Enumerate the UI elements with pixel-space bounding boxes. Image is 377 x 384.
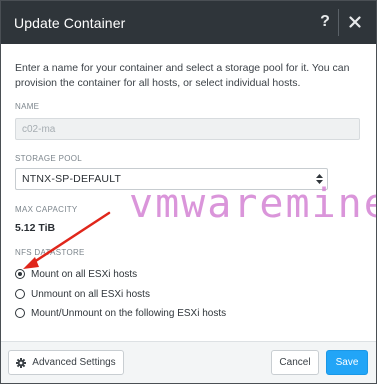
update-container-dialog: Update Container ? Enter a name for your… xyxy=(0,0,377,384)
save-button[interactable]: Save xyxy=(326,350,368,375)
radio-label: Mount on all ESXi hosts xyxy=(31,268,138,280)
radio-mount-all[interactable]: Mount on all ESXi hosts xyxy=(15,267,137,281)
close-icon[interactable] xyxy=(342,9,368,35)
help-icon[interactable]: ? xyxy=(312,9,338,35)
radio-button-selected[interactable] xyxy=(15,269,25,279)
name-label: NAME xyxy=(15,102,40,111)
annotation-arrow xyxy=(23,211,111,269)
storage-pool-select[interactable]: NTNX-SP-DEFAULT xyxy=(15,168,328,190)
dialog-title: Update Container xyxy=(14,15,126,31)
advanced-settings-button[interactable]: Advanced Settings xyxy=(8,350,124,375)
storage-pool-value: NTNX-SP-DEFAULT xyxy=(22,173,122,185)
container-name-input[interactable] xyxy=(15,118,360,140)
nfs-datastore-label: NFS DATASTORE xyxy=(15,248,85,257)
radio-button[interactable] xyxy=(15,289,25,299)
radio-mount-unmount-selected[interactable]: Mount/Unmount on the following ESXi host… xyxy=(15,306,226,320)
max-capacity-label: MAX CAPACITY xyxy=(15,205,78,214)
select-caret-icon xyxy=(315,172,323,186)
cancel-button[interactable]: Cancel xyxy=(271,350,319,375)
radio-label: Mount/Unmount on the following ESXi host… xyxy=(31,307,227,319)
dialog-header: Update Container ? xyxy=(1,1,376,44)
storage-pool-label: STORAGE POOL xyxy=(15,154,83,163)
radio-button[interactable] xyxy=(15,308,25,318)
dialog-intro-text: Enter a name for your container and sele… xyxy=(15,62,350,89)
dialog-footer: Advanced Settings Cancel Save xyxy=(1,341,376,383)
header-divider xyxy=(338,9,339,36)
max-capacity-value: 5.12 TiB xyxy=(15,222,56,234)
gear-icon xyxy=(16,357,27,368)
advanced-settings-label: Advanced Settings xyxy=(32,357,116,368)
radio-unmount-all[interactable]: Unmount on all ESXi hosts xyxy=(15,287,150,301)
radio-label: Unmount on all ESXi hosts xyxy=(31,288,150,300)
